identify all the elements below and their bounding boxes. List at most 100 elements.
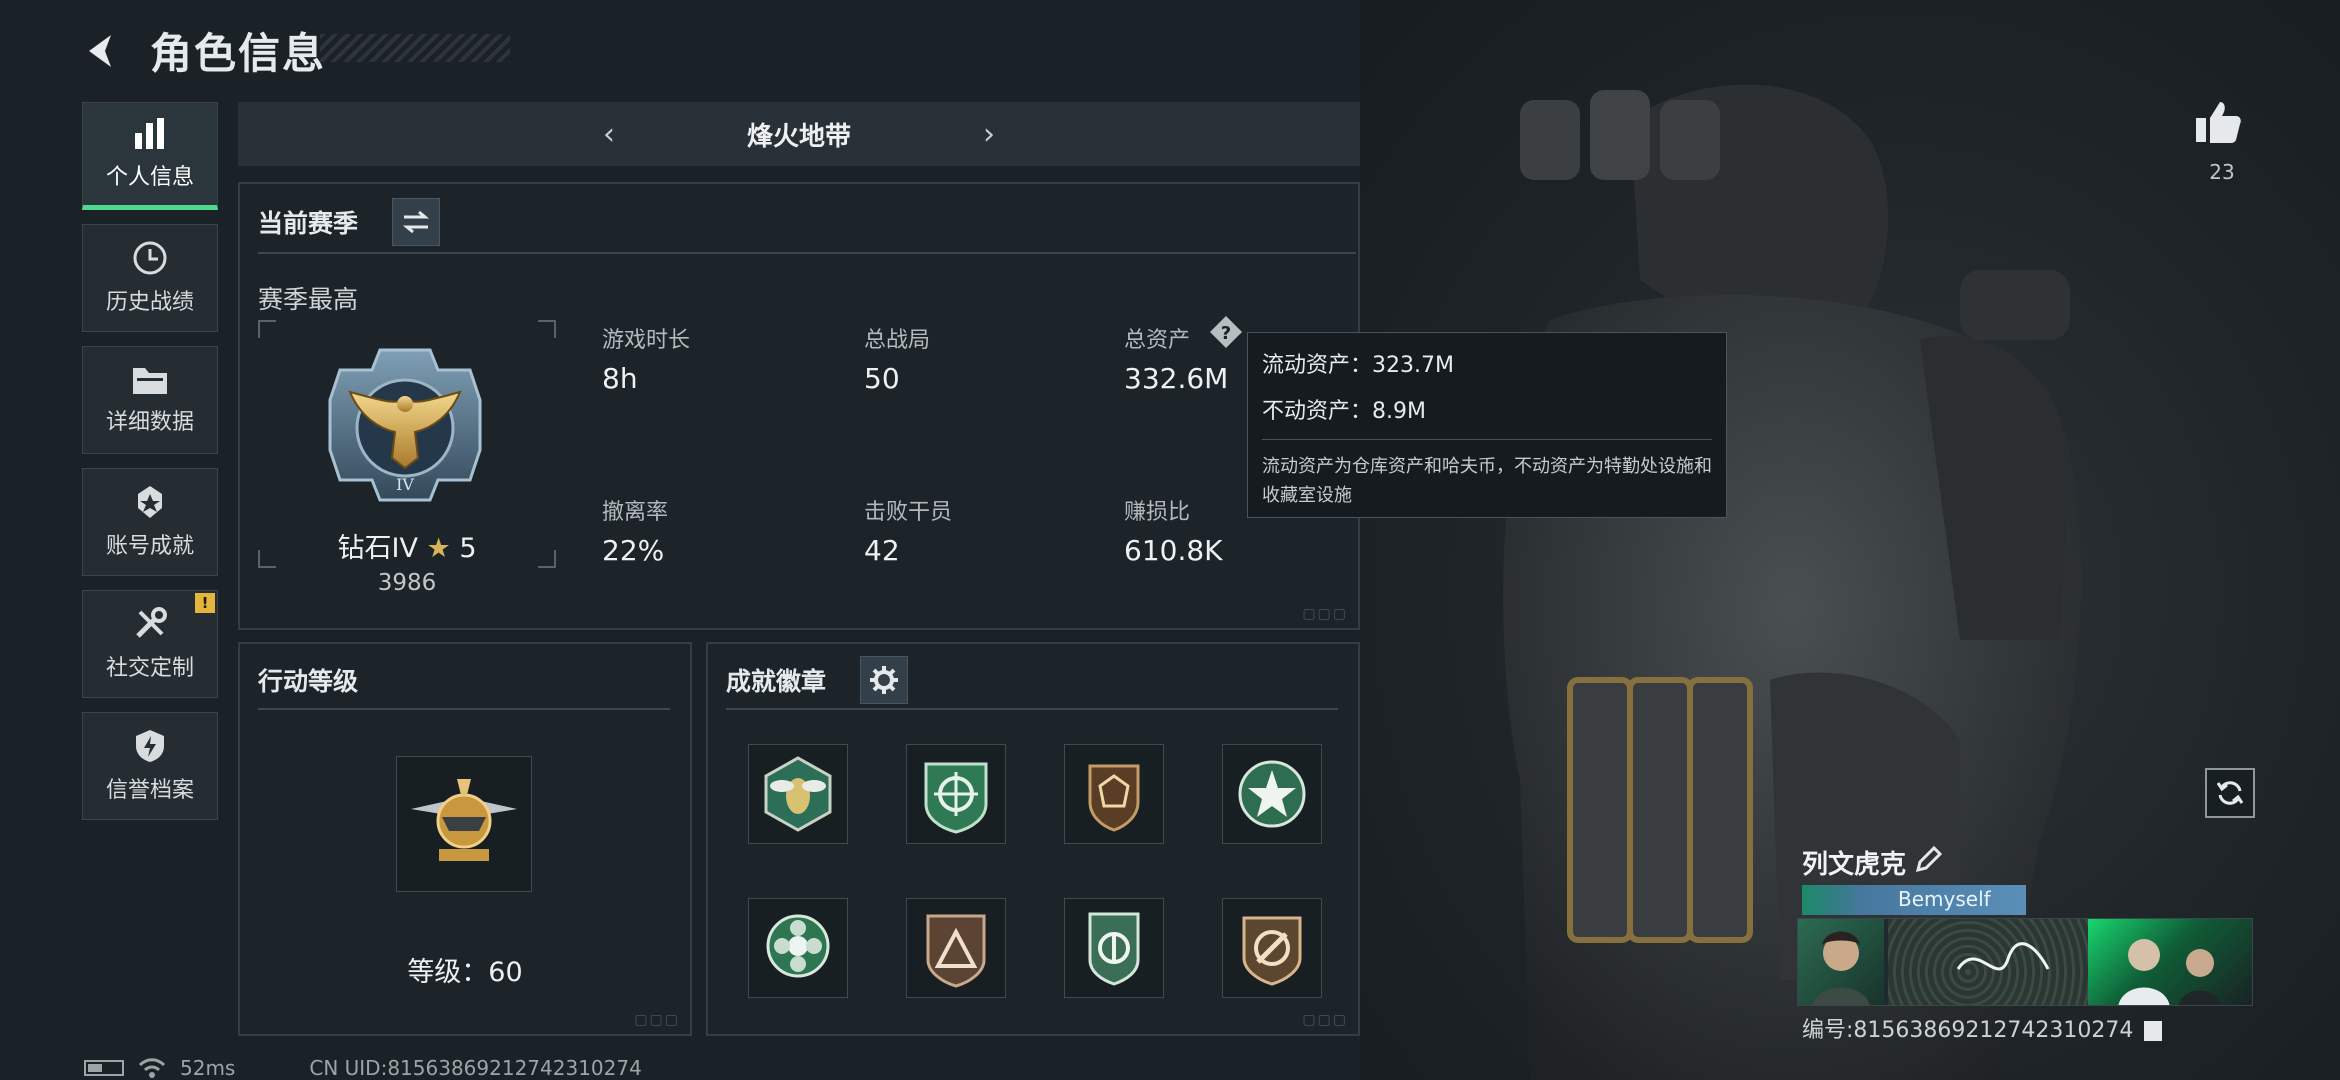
corner-decoration: ▢▢▢ xyxy=(1302,1012,1348,1028)
stat-label: 撤离率 xyxy=(602,500,669,525)
aircraft-emblem-icon xyxy=(411,779,517,861)
season-title: 当前赛季 xyxy=(258,209,359,238)
stat-label: 击败干员 xyxy=(864,500,953,525)
assets-description: 流动资产为仓库资产和哈夫币，不动资产为特勤处设施和收藏室设施 xyxy=(1262,456,1712,506)
card-art xyxy=(2088,919,2252,1005)
divider xyxy=(258,252,1356,254)
corner-decoration: ▢▢▢ xyxy=(1302,606,1348,622)
sidebar-item-label: 信誉档案 xyxy=(105,778,194,803)
stat-value: 22% xyxy=(602,534,665,567)
rank-score: 3986 xyxy=(377,570,437,596)
level-text: 等级：60 xyxy=(407,957,523,988)
achievements-panel: 成就徽章 ▢▢▢ xyxy=(706,642,1360,1036)
star-badge-icon xyxy=(1238,760,1306,828)
sidebar-item-achievements[interactable]: 账号成就 xyxy=(82,468,218,576)
player-id: 编号:81563869212742310274 xyxy=(1802,1012,2163,1044)
portrait-icon xyxy=(1812,931,1870,1005)
rank-name-row: 钻石IV ★ 5 xyxy=(258,526,556,565)
fixed-assets-text: 不动资产：8.9M xyxy=(1262,399,1426,424)
action-level-title: 行动等级 xyxy=(258,667,359,696)
bar-chart-icon xyxy=(135,118,164,149)
battery-icon xyxy=(84,1060,124,1076)
rotate-view-button[interactable] xyxy=(2205,768,2255,818)
action-level-panel: 行动等级 等级：60 ▢▢▢ xyxy=(238,642,692,1036)
liquid-assets-text: 流动资产：323.7M xyxy=(1262,353,1454,378)
stat-label: 赚损比 xyxy=(1124,500,1191,525)
chevron-right-icon[interactable]: › xyxy=(959,117,1019,152)
achievement-badge[interactable] xyxy=(906,744,1006,844)
svg-text:IV: IV xyxy=(396,475,414,494)
team-tag[interactable]: Bemyself xyxy=(1802,885,2026,915)
divider xyxy=(726,708,1338,710)
folder-icon xyxy=(133,368,167,394)
achievement-badge[interactable] xyxy=(1222,744,1322,844)
stat-value: 42 xyxy=(864,534,900,567)
tools-icon xyxy=(136,607,167,638)
mode-selector: ‹ 烽火地带 › xyxy=(238,102,1360,166)
stat-label: 游戏时长 xyxy=(602,328,691,353)
avatar xyxy=(1798,919,1884,1005)
crystal-badge-icon xyxy=(1088,764,1140,832)
name-card[interactable] xyxy=(1797,918,2253,1006)
team-emblem xyxy=(1802,885,1862,915)
compass-badge-icon xyxy=(1088,912,1140,986)
ping-text: 52ms xyxy=(180,1056,236,1080)
back-arrow-icon xyxy=(89,35,111,67)
sidebar-item-reputation[interactable]: 信誉档案 xyxy=(82,712,218,820)
achievement-badge[interactable] xyxy=(748,744,848,844)
achievement-badge[interactable] xyxy=(1064,898,1164,998)
sidebar-item-social[interactable]: 社交定制 ! xyxy=(82,590,218,698)
rotate-icon xyxy=(2216,781,2244,805)
shield-icon xyxy=(136,730,164,762)
season-subtitle: 赛季最高 xyxy=(258,285,359,314)
stat-label: 总战局 xyxy=(864,328,931,353)
portrait-icon xyxy=(2118,939,2222,1005)
achievement-badge[interactable] xyxy=(1222,898,1322,998)
card-pattern xyxy=(1888,919,2088,1005)
stat-value: 8h xyxy=(602,362,638,395)
clock-icon xyxy=(133,241,167,275)
achievement-badge[interactable] xyxy=(1064,744,1164,844)
stat-value: 50 xyxy=(864,362,900,395)
rank-stars: 5 xyxy=(459,533,477,564)
divider xyxy=(258,708,670,710)
svg-text:?: ? xyxy=(1221,323,1231,344)
achievement-badge[interactable] xyxy=(748,898,848,998)
stat-value: 610.8K xyxy=(1124,534,1223,567)
sidebar-item-details[interactable]: 详细数据 xyxy=(82,346,218,454)
warning-badge: ! xyxy=(195,593,215,613)
question-diamond-icon: ? xyxy=(1210,316,1242,348)
mode-name: 烽火地带 xyxy=(746,121,851,152)
rank-frame: IV 钻石IV ★ 5 xyxy=(258,320,556,568)
back-button[interactable] xyxy=(78,26,128,76)
sidebar-item-label: 历史战绩 xyxy=(105,290,194,315)
sidebar-item-label: 账号成就 xyxy=(105,534,194,559)
page-title: 角色信息 xyxy=(150,29,327,78)
switch-season-button[interactable] xyxy=(392,198,440,246)
like-button[interactable] xyxy=(2192,96,2244,148)
pencil-icon xyxy=(1915,845,1943,873)
stat-label: 总资产 xyxy=(1124,328,1191,353)
triangle-badge-icon xyxy=(926,914,986,988)
rank-name: 钻石IV xyxy=(337,533,418,564)
edit-name-button[interactable] xyxy=(1914,845,1944,876)
crosshair-badge-icon xyxy=(924,762,988,834)
player-id-text: 编号:81563869212742310274 xyxy=(1802,1018,2134,1043)
settings-button[interactable] xyxy=(860,656,908,704)
flower-badge-icon xyxy=(766,914,830,978)
sidebar-item-history[interactable]: 历史战绩 xyxy=(82,224,218,332)
help-button[interactable]: ? xyxy=(1208,314,1244,350)
swap-icon xyxy=(402,210,430,234)
sidebar-item-profile[interactable]: 个人信息 xyxy=(82,102,218,210)
divider xyxy=(1262,439,1712,440)
copy-icon[interactable] xyxy=(2144,1021,2163,1041)
gear-icon xyxy=(870,666,898,694)
sidebar-item-label: 个人信息 xyxy=(105,165,194,190)
achievement-badge[interactable] xyxy=(906,898,1006,998)
blade-badge-icon xyxy=(1242,916,1302,986)
corner-decoration: ▢▢▢ xyxy=(634,1012,680,1028)
level-emblem-frame xyxy=(396,756,532,892)
sidebar-item-label: 社交定制 xyxy=(105,656,194,681)
chevron-left-icon[interactable]: ‹ xyxy=(579,117,639,152)
player-name: 列文虎克 xyxy=(1802,850,1907,880)
